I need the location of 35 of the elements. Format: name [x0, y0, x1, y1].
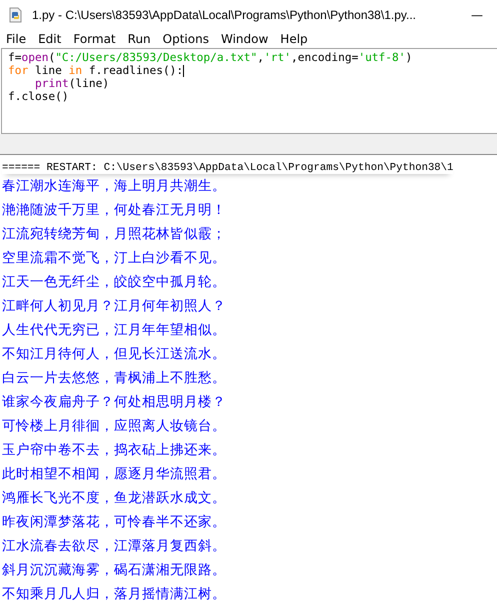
output-line: 滟滟随波千万里，何处春江无月明！: [2, 201, 226, 219]
code-line: f.close(): [8, 90, 69, 103]
code-line: for line in f.readlines():: [8, 64, 184, 77]
output-line: 人生代代无穷已，江月年年望相似。: [2, 321, 226, 339]
output-line: 江水流春去欲尽，江潭落月复西斜。: [2, 537, 226, 555]
python-file-icon: [8, 7, 24, 23]
output-line: 鸿雁长飞光不度，鱼龙潜跃水成文。: [2, 489, 226, 507]
menu-item[interactable]: Run: [128, 32, 151, 46]
code-line: print(line): [35, 77, 110, 90]
output-line: 不知江月待何人，但见长江送流水。: [2, 345, 226, 363]
window-title: 1.py - C:\Users\83593\AppData\Local\Programs\Python\Python38\1.py...: [32, 8, 417, 22]
code-editor[interactable]: f=open("C:/Users/83593/Desktop/a.txt",'rt',encoding='utf-8') for line in f.readlines(): print(line) f.close(): [1, 48, 497, 134]
output-line: 白云一片去悠悠，青枫浦上不胜愁。: [2, 369, 226, 387]
restart-line: ====== RESTART: C:\Users\83593\AppData\Local\Programs\Python\Python38\1: [2, 163, 454, 174]
output-line: 昨夜闲潭梦落花，可怜春半不还家。: [2, 513, 226, 531]
menu-item[interactable]: Window: [220, 32, 268, 46]
text-cursor: [183, 64, 184, 76]
output-line: 可怜楼上月徘徊，应照离人妆镜台。: [2, 417, 226, 435]
code-line: f=open("C:/Users/83593/Desktop/a.txt",'rt',encoding='utf-8'): [8, 51, 412, 64]
minimize-button[interactable]: —: [457, 8, 497, 22]
menu-item[interactable]: Help: [280, 32, 308, 46]
menu-item[interactable]: Edit: [38, 32, 62, 46]
output-line: 不知乘月几人归，落月摇情满江树。: [2, 585, 226, 603]
menu-item[interactable]: Options: [162, 32, 209, 46]
output-line: 斜月沉沉藏海雾，碣石潇湘无限路。: [2, 561, 226, 579]
menu-item[interactable]: File: [6, 32, 26, 46]
output-line: 玉户帘中卷不去，捣衣砧上拂还来。: [2, 441, 226, 459]
output-line: 此时相望不相闻，愿逐月华流照君。: [2, 465, 226, 483]
menu-item[interactable]: Format: [73, 32, 116, 46]
output-line: 空里流霜不觉飞，汀上白沙看不见。: [2, 249, 226, 267]
output-line: 谁家今夜扁舟子？何处相思明月楼？: [2, 393, 226, 411]
output-line: 江畔何人初见月？江月何年初照人？: [2, 297, 226, 315]
output-line: 江天一色无纤尘，皎皎空中孤月轮。: [2, 273, 226, 291]
output-line: 春江潮水连海平，海上明月共潮生。: [2, 177, 226, 195]
output-line: 江流宛转绕芳甸，月照花林皆似霰；: [2, 225, 226, 243]
